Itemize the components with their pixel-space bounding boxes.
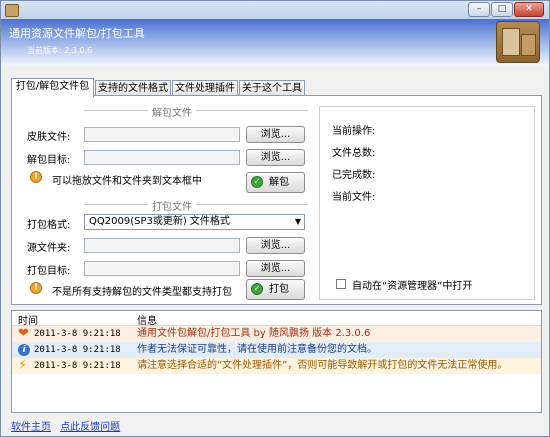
status-panel: 当前操作: 文件总数: 已完成数: 当前文件: 自动在“资源管理器”中打开 <box>319 106 535 300</box>
heart-icon: ❤ <box>18 326 29 341</box>
log-row[interactable]: ⚡ 2011-3-8 9:21:18 请注意选择合适的“文件处理插件”，否则可能… <box>12 358 541 374</box>
source-folder-input[interactable] <box>84 238 240 253</box>
current-operation-label: 当前操作: <box>332 126 376 137</box>
log-row[interactable]: i 2011-3-8 9:21:18 作者无法保证可靠性，请在使用前注意备份您的… <box>12 342 541 358</box>
log-message: 请注意选择合适的“文件处理插件”，否则可能导致解开或打包的文件无法正常使用。 <box>137 360 508 371</box>
app-title: 通用资源文件解包/打包工具 <box>9 27 145 40</box>
warning-icon: ! <box>30 171 42 183</box>
tab-pack-unpack[interactable]: 打包/解包文件包 <box>11 78 94 97</box>
current-file-label: 当前文件: <box>332 192 376 203</box>
log-time: 2011-3-8 9:21:18 <box>34 345 121 355</box>
check-icon: ✓ <box>251 176 263 188</box>
log-list[interactable]: 时间 信息 ❤ 2011-3-8 9:21:18 通用文件包解包/打包工具 by… <box>11 310 542 413</box>
unpack-hint: 可以拖放文件和文件夹到文本框中 <box>52 176 202 187</box>
pack-section-header: 打包文件 <box>24 198 308 213</box>
log-message: 作者无法保证可靠性，请在使用前注意备份您的文档。 <box>137 344 377 355</box>
unpack-target-label: 解包目标: <box>27 155 71 166</box>
open-in-explorer-checkbox[interactable] <box>336 279 346 289</box>
tab-formats[interactable]: 支持的文件格式 <box>95 80 171 96</box>
info-icon: i <box>18 344 30 356</box>
maximize-button[interactable]: □ <box>491 2 513 17</box>
source-folder-label: 源文件夹: <box>27 243 71 254</box>
unpack-section-header: 解包文件 <box>24 104 308 119</box>
tab-about[interactable]: 关于这个工具 <box>239 80 305 96</box>
home-link[interactable]: 软件主页 <box>11 422 51 433</box>
pack-button[interactable]: ✓ 打包 <box>246 279 305 300</box>
log-time: 2011-3-8 9:21:18 <box>34 329 121 339</box>
pack-target-input[interactable] <box>84 261 240 276</box>
skin-file-input[interactable] <box>84 127 240 142</box>
pack-target-label: 打包目标: <box>27 266 71 277</box>
dropdown-arrow-icon: ▼ <box>294 217 301 226</box>
unpack-button[interactable]: ✓ 解包 <box>246 172 305 193</box>
skin-file-label: 皮肤文件: <box>27 132 71 143</box>
feedback-link[interactable]: 点此反馈问题 <box>60 422 120 433</box>
lightning-icon: ⚡ <box>18 358 28 373</box>
pack-format-label: 打包格式: <box>27 220 71 231</box>
footer-links: 软件主页 点此反馈问题 <box>11 418 126 433</box>
close-button[interactable]: ✕ <box>514 2 544 17</box>
unpack-section-title: 解包文件 <box>148 104 196 119</box>
pack-format-value: QQ2009(SP3或更新) 文件格式 <box>89 216 230 227</box>
app-window: – □ ✕ 通用资源文件解包/打包工具 当前版本: 2.3.0.6 打包/解包文… <box>0 0 550 437</box>
total-files-label: 文件总数: <box>332 148 376 159</box>
open-in-explorer-label: 自动在“资源管理器”中打开 <box>352 281 473 292</box>
tab-plugins[interactable]: 文件处理插件 <box>172 80 238 96</box>
pack-button-label: 打包 <box>269 284 289 295</box>
source-folder-browse-button[interactable]: 浏览... <box>246 237 305 254</box>
pack-format-select[interactable]: QQ2009(SP3或更新) 文件格式 ▼ <box>84 214 305 230</box>
unpack-target-browse-button[interactable]: 浏览... <box>246 149 305 166</box>
unpack-button-label: 解包 <box>269 177 289 188</box>
log-col-time[interactable]: 时间 <box>18 312 38 327</box>
tab-panel-pack-unpack: 解包文件 皮肤文件: 浏览... 解包目标: 浏览... ! 可以拖放文件和文件… <box>11 95 542 305</box>
app-icon <box>5 4 19 17</box>
app-header: 通用资源文件解包/打包工具 当前版本: 2.3.0.6 <box>1 19 549 66</box>
app-version: 当前版本: 2.3.0.6 <box>27 46 93 55</box>
pack-hint: 不是所有支持解包的文件类型都支持打包 <box>52 287 232 298</box>
completed-count-label: 已完成数: <box>332 170 376 181</box>
unpack-target-input[interactable] <box>84 150 240 165</box>
warning-icon: ! <box>30 282 42 294</box>
pack-target-browse-button[interactable]: 浏览... <box>246 260 305 277</box>
package-logo-icon <box>496 21 540 63</box>
log-col-info[interactable]: 信息 <box>137 312 157 327</box>
check-icon: ✓ <box>251 283 263 295</box>
log-message: 通用文件包解包/打包工具 by 随风飘扬 版本 2.3.0.6 <box>137 328 371 339</box>
skin-file-browse-button[interactable]: 浏览... <box>246 126 305 143</box>
log-time: 2011-3-8 9:21:18 <box>34 361 121 371</box>
title-bar[interactable]: – □ ✕ <box>1 1 549 19</box>
minimize-button[interactable]: – <box>468 2 490 17</box>
pack-section-title: 打包文件 <box>148 198 196 213</box>
log-header: 时间 信息 <box>12 311 541 327</box>
log-row[interactable]: ❤ 2011-3-8 9:21:18 通用文件包解包/打包工具 by 随风飘扬 … <box>12 326 541 342</box>
